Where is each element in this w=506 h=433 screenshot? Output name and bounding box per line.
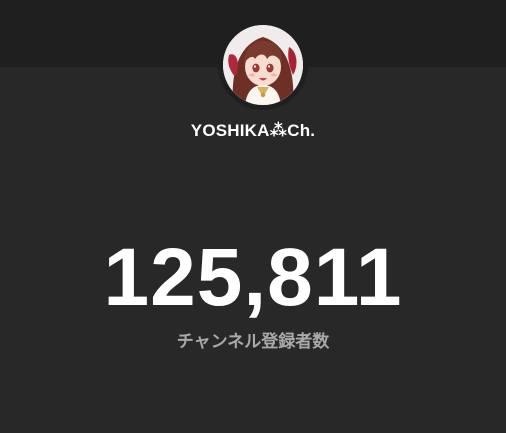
subscriber-label: チャンネル登録者数 <box>176 332 330 352</box>
avatar-illustration-icon <box>223 25 303 105</box>
channel-avatar[interactable] <box>223 25 303 105</box>
subscriber-count: 125,811 <box>103 232 403 323</box>
avatar-frame <box>218 20 308 110</box>
channel-name[interactable]: YOSHIKA⁂Ch. <box>0 121 506 141</box>
